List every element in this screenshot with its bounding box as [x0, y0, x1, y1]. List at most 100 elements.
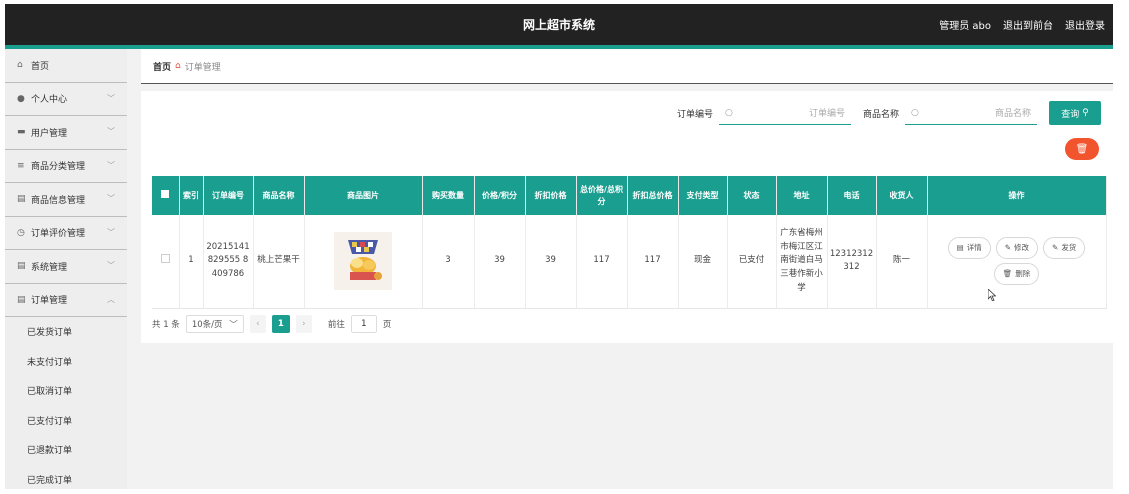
detail-button[interactable]: ▤详情: [948, 237, 991, 259]
top-bar: 网上超市系统 管理员 abo 退出到前台 退出登录: [5, 4, 1113, 45]
pagination: 共 1 条 10条/页 ﹀ ‹ 1 › 前往 1 页: [152, 315, 391, 333]
cell-product-image: [304, 215, 422, 308]
goto-page-input[interactable]: 1: [351, 315, 377, 333]
chevron-down-icon: ﹀: [107, 260, 115, 271]
product-name-placeholder: 商品名称: [923, 106, 1031, 119]
order-no-label: 订单编号: [677, 107, 713, 120]
row-checkbox[interactable]: [152, 215, 179, 308]
order-no-placeholder: 订单编号: [737, 106, 845, 119]
prev-page-button[interactable]: ‹: [250, 315, 266, 333]
sidebar-subitem-unpaid[interactable]: 未支付订单: [5, 347, 127, 377]
sidebar-subitem-cancelled[interactable]: 已取消订单: [5, 376, 127, 406]
list-icon: ≡: [17, 161, 31, 171]
page-number-current[interactable]: 1: [272, 315, 290, 333]
sidebar-item-label: 商品分类管理: [31, 159, 85, 172]
col-header: 操作: [927, 176, 1106, 215]
cell-discount-price: 39: [525, 215, 576, 308]
ship-label: 发货: [1061, 242, 1076, 254]
sidebar-item-orders[interactable]: ▤ 订单管理 ︿: [5, 284, 127, 318]
col-header: 订单编号: [203, 176, 253, 215]
trash-icon: 🗑: [1076, 144, 1089, 155]
col-header: 支付类型: [678, 176, 727, 215]
page-suffix: 页: [383, 318, 392, 330]
col-header: 商品名称: [253, 176, 304, 215]
sidebar-subitem-paid[interactable]: 已支付订单: [5, 406, 127, 436]
sidebar-item-label: 首页: [31, 59, 49, 72]
goto-label: 前往: [328, 318, 345, 330]
col-header: 索引: [179, 176, 203, 215]
select-all-checkbox[interactable]: [152, 176, 179, 215]
order-no-input[interactable]: ○ 订单编号: [719, 101, 851, 125]
product-name-label: 商品名称: [863, 107, 899, 120]
doc-icon: ▤: [17, 194, 31, 204]
col-header: 地址: [776, 176, 827, 215]
col-header: 购买数量: [422, 176, 474, 215]
sidebar: ⌂ 首页 ● 个人中心 ﹀ ▬ 用户管理 ﹀ ≡ 商品分类管理 ﹀ ▤ 商品信息…: [5, 49, 127, 489]
app-window: 网上超市系统 管理员 abo 退出到前台 退出登录 ⌂ 首页 ● 个人中心 ﹀ …: [5, 4, 1113, 489]
sidebar-item-home[interactable]: ⌂ 首页: [5, 49, 127, 83]
monitor-icon: ▬: [17, 127, 31, 137]
sidebar-item-products[interactable]: ▤ 商品信息管理 ﹀: [5, 183, 127, 217]
sidebar-subitem-shipped[interactable]: 已发货订单: [5, 317, 127, 347]
chevron-down-icon: ﹀: [107, 227, 115, 238]
breadcrumb-home[interactable]: 首页: [153, 60, 171, 73]
total-count: 共 1 条: [152, 318, 180, 330]
sidebar-subitem-refunded[interactable]: 已退款订单: [5, 435, 127, 465]
sidebar-subitem-completed[interactable]: 已完成订单: [5, 465, 127, 494]
detail-label: 详情: [967, 242, 982, 254]
page-size-select[interactable]: 10条/页 ﹀: [186, 315, 244, 333]
sidebar-item-categories[interactable]: ≡ 商品分类管理 ﹀: [5, 150, 127, 184]
chevron-down-icon: ﹀: [107, 160, 115, 171]
search-icon: ○: [911, 108, 923, 118]
edit-button[interactable]: ✎修改: [996, 237, 1038, 259]
doc-icon: ▤: [17, 295, 31, 305]
sidebar-item-system[interactable]: ▤ 系统管理 ﹀: [5, 250, 127, 284]
col-header: 总价格/总积分: [576, 176, 627, 215]
sidebar-item-profile[interactable]: ● 个人中心 ﹀: [5, 83, 127, 117]
cell-receiver: 陈一: [876, 215, 927, 308]
sidebar-item-users[interactable]: ▬ 用户管理 ﹀: [5, 116, 127, 150]
sidebar-item-label: 订单管理: [31, 293, 67, 306]
cell-order-no: 20215141829555 8409786: [203, 215, 253, 308]
col-header: 折扣价格: [525, 176, 576, 215]
sidebar-item-label: 个人中心: [31, 92, 67, 105]
breadcrumb-current: 订单管理: [185, 60, 221, 73]
logout-link[interactable]: 退出登录: [1065, 17, 1105, 32]
orders-table: 索引 订单编号 商品名称 商品图片 购买数量 价格/积分 折扣价格 总价格/总积…: [152, 176, 1107, 309]
search-icon: ○: [725, 108, 737, 118]
table-header-row: 索引 订单编号 商品名称 商品图片 购买数量 价格/积分 折扣价格 总价格/总积…: [152, 176, 1106, 215]
main-content: 首页 ⌂ 订单管理 订单编号 ○ 订单编号 商品名称 ○ 商品名称 查询 ⚲: [127, 49, 1113, 489]
chevron-down-icon: ﹀: [229, 318, 238, 330]
sidebar-item-label: 订单评价管理: [31, 226, 85, 239]
cell-price: 39: [474, 215, 525, 308]
sidebar-item-label: 商品信息管理: [31, 193, 85, 206]
sidebar-item-label: 用户管理: [31, 126, 67, 139]
cell-product-name: 桃上芒果干: [253, 215, 304, 308]
product-image[interactable]: [334, 232, 392, 290]
cell-phone: 12312312312: [827, 215, 876, 308]
cell-total: 117: [576, 215, 627, 308]
search-bar: 订单编号 ○ 订单编号 商品名称 ○ 商品名称 查询 ⚲: [671, 101, 1101, 125]
sidebar-item-reviews[interactable]: ◷ 订单评价管理 ﹀: [5, 217, 127, 251]
sidebar-item-label: 系统管理: [31, 260, 67, 273]
doc-icon: ▤: [957, 242, 964, 254]
col-header: 电话: [827, 176, 876, 215]
next-page-button[interactable]: ›: [296, 315, 312, 333]
cell-discount-total: 117: [627, 215, 678, 308]
back-to-front-link[interactable]: 退出到前台: [1003, 17, 1053, 32]
product-name-input[interactable]: ○ 商品名称: [905, 101, 1037, 125]
query-button[interactable]: 查询 ⚲: [1049, 101, 1101, 125]
ship-button[interactable]: ✎发货: [1043, 237, 1085, 259]
cell-quantity: 3: [422, 215, 474, 308]
mouse-cursor-icon: [988, 289, 996, 301]
delete-button[interactable]: 🗑删除: [994, 263, 1040, 285]
user-icon: ●: [17, 94, 31, 104]
doc-icon: ▤: [17, 261, 31, 271]
table-row: 1 20215141829555 8409786 桃上芒果干: [152, 215, 1106, 308]
batch-delete-button[interactable]: 🗑: [1065, 138, 1099, 160]
cell-status: 已支付: [727, 215, 776, 308]
order-panel: 订单编号 ○ 订单编号 商品名称 ○ 商品名称 查询 ⚲ 🗑: [141, 91, 1113, 343]
home-icon: ⌂: [17, 60, 31, 70]
current-user: 管理员 abo: [939, 17, 991, 32]
chevron-down-icon: ﹀: [107, 126, 115, 137]
